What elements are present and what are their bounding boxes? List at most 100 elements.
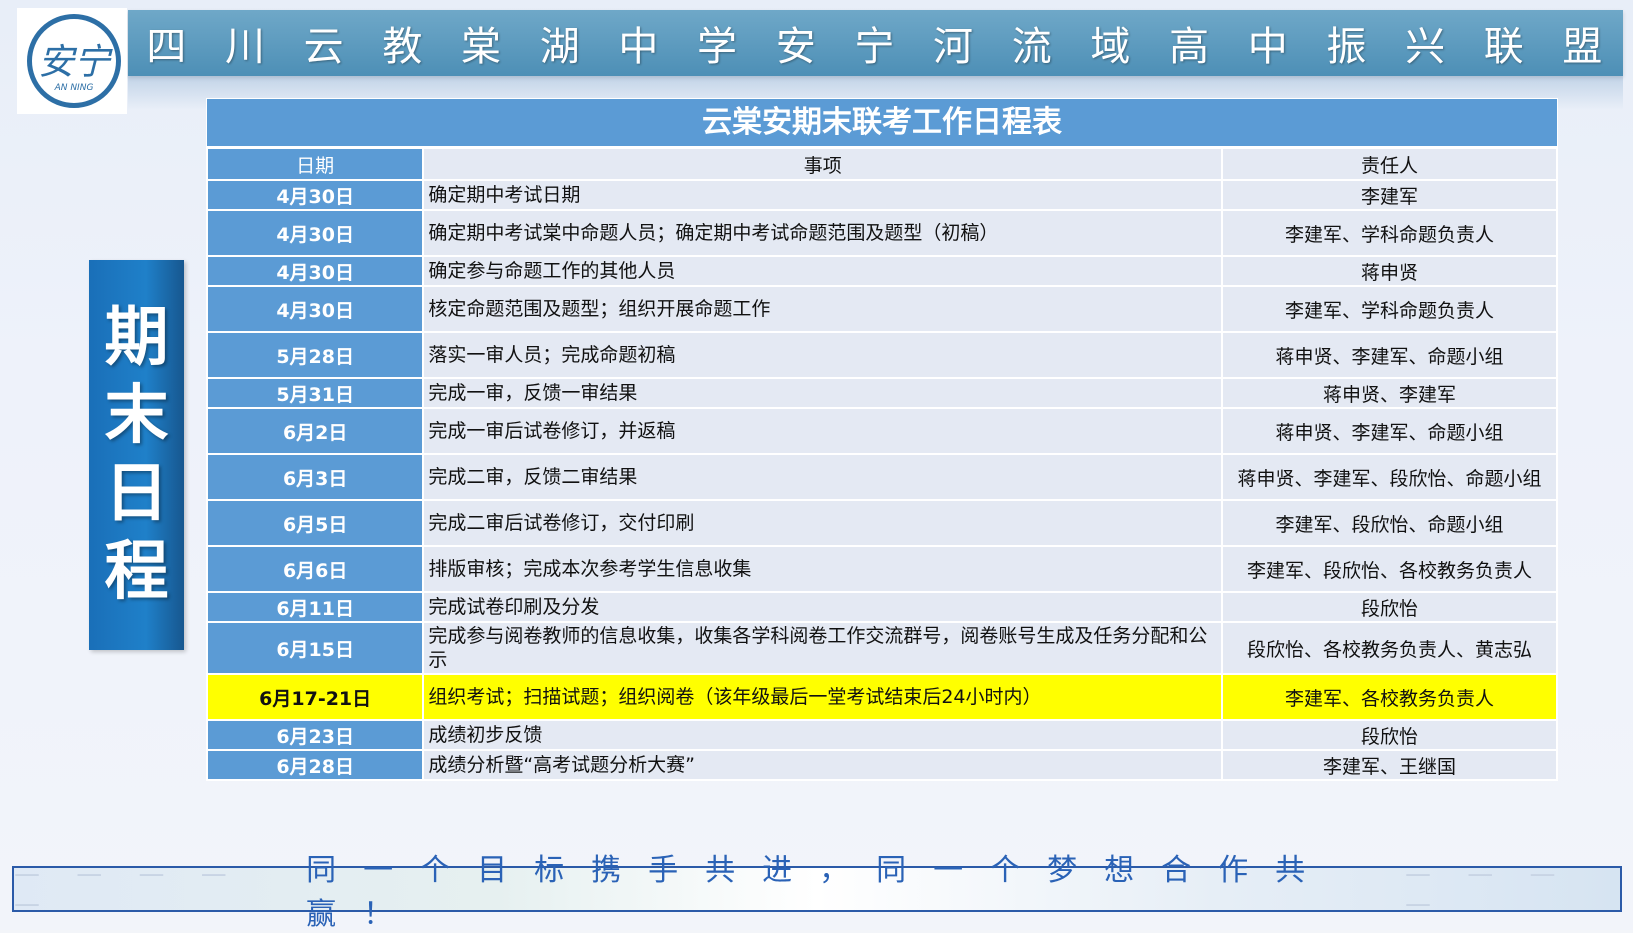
banner-char: 振 [1326, 24, 1369, 70]
table-row: 4月30日 确定参与命题工作的其他人员 蒋申贤 [205, 255, 1558, 287]
slogan-bar: — — — — — 同一个目标携手共进，同一个梦想合作共赢！ — — — — [12, 853, 1622, 932]
item-cell: 完成参与阅卷教师的信息收集，收集各学科阅卷工作交流群号，阅卷账号生成及任务分配和… [422, 621, 1224, 675]
date-cell: 4月30日 [205, 255, 425, 287]
table-row: 6月28日 成绩分析暨“高考试题分析大赛” 李建军、王继国 [205, 749, 1558, 781]
owner-cell: 蒋申贤 [1221, 255, 1558, 287]
banner-char: 川 [225, 24, 267, 70]
owner-cell: 李建军、段欣怡、命题小组 [1221, 499, 1558, 547]
table-row: 4月30日 核定命题范围及题型；组织开展命题工作 李建军、学科命题负责人 [205, 285, 1558, 333]
owner-cell: 李建军、学科命题负责人 [1221, 209, 1558, 257]
schedule-table: 日期 事项 责任人 4月30日 确定期中考试日期 李建军 4月30日 确定期中考试棠中命… [205, 147, 1558, 781]
banner-char: 宁 [854, 24, 897, 70]
item-cell: 确定参与命题工作的其他人员 [422, 255, 1224, 287]
slogan-dashes-right: — — — — [1404, 859, 1570, 919]
banner-char: 湖 [539, 24, 582, 70]
banner-char: 河 [933, 24, 976, 70]
banner-char: 中 [1247, 24, 1290, 70]
banner-char: 学 [697, 24, 740, 70]
owner-cell: 李建军 [1221, 179, 1558, 211]
banner-char: 高 [1169, 24, 1212, 70]
owner-cell: 蒋申贤、李建军、命题小组 [1221, 331, 1558, 379]
date-cell: 4月30日 [205, 209, 425, 257]
item-cell: 完成试卷印刷及分发 [422, 591, 1224, 623]
banner-char: 兴 [1405, 24, 1448, 70]
table-title: 云棠安期末联考工作日程表 [206, 98, 1558, 147]
date-cell: 6月17-21日 [205, 673, 425, 721]
date-cell: 6月28日 [205, 749, 425, 781]
table-row: 6月11日 完成试卷印刷及分发 段欣怡 [205, 591, 1558, 623]
banner-char: 安 [775, 24, 818, 70]
slogan-text: 同一个目标携手共进，同一个梦想合作共赢！ [306, 853, 1333, 932]
item-cell: 成绩分析暨“高考试题分析大赛” [422, 749, 1224, 781]
slide: 四川云教棠湖中学安宁河流域高中振兴联盟 安宁 AN NING 期末日程 云棠安期… [0, 0, 1633, 932]
owner-cell: 蒋申贤、李建军 [1221, 377, 1558, 409]
banner-char: 域 [1090, 24, 1133, 70]
item-cell: 确定期中考试日期 [422, 179, 1224, 211]
owner-cell: 蒋申贤、李建军、段欣怡、命题小组 [1221, 453, 1558, 501]
table-row: 6月17-21日 组织考试；扫描试题；组织阅卷（该年级最后一堂考试结束后24小时内… [205, 673, 1558, 721]
slogan-dashes-left: — — — — — [14, 859, 241, 919]
side-title-char: 程 [104, 535, 169, 609]
header-owner: 责任人 [1221, 147, 1558, 181]
date-cell: 6月6日 [205, 545, 425, 593]
table-row: 5月31日 完成一审，反馈一审结果 蒋申贤、李建军 [205, 377, 1558, 409]
date-cell: 6月2日 [205, 407, 425, 455]
banner-char: 棠 [461, 24, 504, 70]
side-title-char: 期 [104, 301, 169, 375]
banner-char: 盟 [1562, 24, 1605, 70]
table-row: 5月28日 落实一审人员；完成命题初稿 蒋申贤、李建军、命题小组 [205, 331, 1558, 379]
header-date: 日期 [205, 147, 425, 181]
item-cell: 确定期中考试棠中命题人员；确定期中考试命题范围及题型（初稿） [422, 209, 1224, 257]
logo-main-text: 安宁 [37, 42, 110, 83]
banner-char: 云 [303, 24, 346, 70]
owner-cell: 段欣怡 [1221, 591, 1558, 623]
side-title-char: 末 [104, 379, 169, 453]
table-row: 6月6日 排版审核；完成本次参考学生信息收集 李建军、段欣怡、各校教务负责人 [205, 545, 1558, 593]
banner-char: 中 [618, 24, 661, 70]
owner-cell: 李建军、王继国 [1221, 749, 1558, 781]
table-row: 4月30日 确定期中考试日期 李建军 [205, 179, 1558, 211]
date-cell: 5月31日 [205, 377, 425, 409]
item-cell: 成绩初步反馈 [422, 719, 1224, 751]
date-cell: 6月23日 [205, 719, 425, 751]
logo: 安宁 AN NING [17, 8, 127, 114]
item-cell: 完成一审，反馈一审结果 [422, 377, 1224, 409]
date-cell: 5月28日 [205, 331, 425, 379]
owner-cell: 蒋申贤、李建军、命题小组 [1221, 407, 1558, 455]
item-cell: 完成二审，反馈二审结果 [422, 453, 1224, 501]
item-cell: 完成一审后试卷修订，并返稿 [422, 407, 1224, 455]
header-item: 事项 [422, 147, 1224, 181]
banner-char: 教 [382, 24, 425, 70]
date-cell: 6月15日 [205, 621, 425, 675]
side-title: 期末日程 [89, 260, 184, 650]
logo-circle: 安宁 AN NING [27, 14, 121, 108]
side-title-char: 日 [104, 457, 169, 531]
owner-cell: 段欣怡、各校教务负责人、黄志弘 [1221, 621, 1558, 675]
banner-char: 四 [146, 24, 189, 70]
table-row: 6月5日 完成二审后试卷修订，交付印刷 李建军、段欣怡、命题小组 [205, 499, 1558, 547]
owner-cell: 李建军、学科命题负责人 [1221, 285, 1558, 333]
logo-sub-text: AN NING [54, 83, 94, 93]
date-cell: 6月11日 [205, 591, 425, 623]
item-cell: 排版审核；完成本次参考学生信息收集 [422, 545, 1224, 593]
date-cell: 4月30日 [205, 285, 425, 333]
table-row: 6月23日 成绩初步反馈 段欣怡 [205, 719, 1558, 751]
item-cell: 组织考试；扫描试题；组织阅卷（该年级最后一堂考试结束后24小时内） [422, 673, 1224, 721]
date-cell: 6月3日 [205, 453, 425, 501]
header-banner: 四川云教棠湖中学安宁河流域高中振兴联盟 [128, 10, 1623, 76]
owner-cell: 段欣怡 [1221, 719, 1558, 751]
table-row: 6月2日 完成一审后试卷修订，并返稿 蒋申贤、李建军、命题小组 [205, 407, 1558, 455]
table-header-row: 日期 事项 责任人 [205, 147, 1558, 181]
banner-char: 流 [1011, 24, 1054, 70]
schedule-table-container: 云棠安期末联考工作日程表 日期 事项 责任人 4月30日 确定期中考试日期 李建军 4… [205, 98, 1558, 781]
table-row: 6月3日 完成二审，反馈二审结果 蒋申贤、李建军、段欣怡、命题小组 [205, 453, 1558, 501]
owner-cell: 李建军、各校教务负责人 [1221, 673, 1558, 721]
date-cell: 4月30日 [205, 179, 425, 211]
item-cell: 落实一审人员；完成命题初稿 [422, 331, 1224, 379]
banner-title: 四川云教棠湖中学安宁河流域高中振兴联盟 [128, 10, 1623, 76]
item-cell: 完成二审后试卷修订，交付印刷 [422, 499, 1224, 547]
table-row: 6月15日 完成参与阅卷教师的信息收集，收集各学科阅卷工作交流群号，阅卷账号生成及… [205, 621, 1558, 675]
date-cell: 6月5日 [205, 499, 425, 547]
item-cell: 核定命题范围及题型；组织开展命题工作 [422, 285, 1224, 333]
banner-char: 联 [1483, 24, 1526, 70]
